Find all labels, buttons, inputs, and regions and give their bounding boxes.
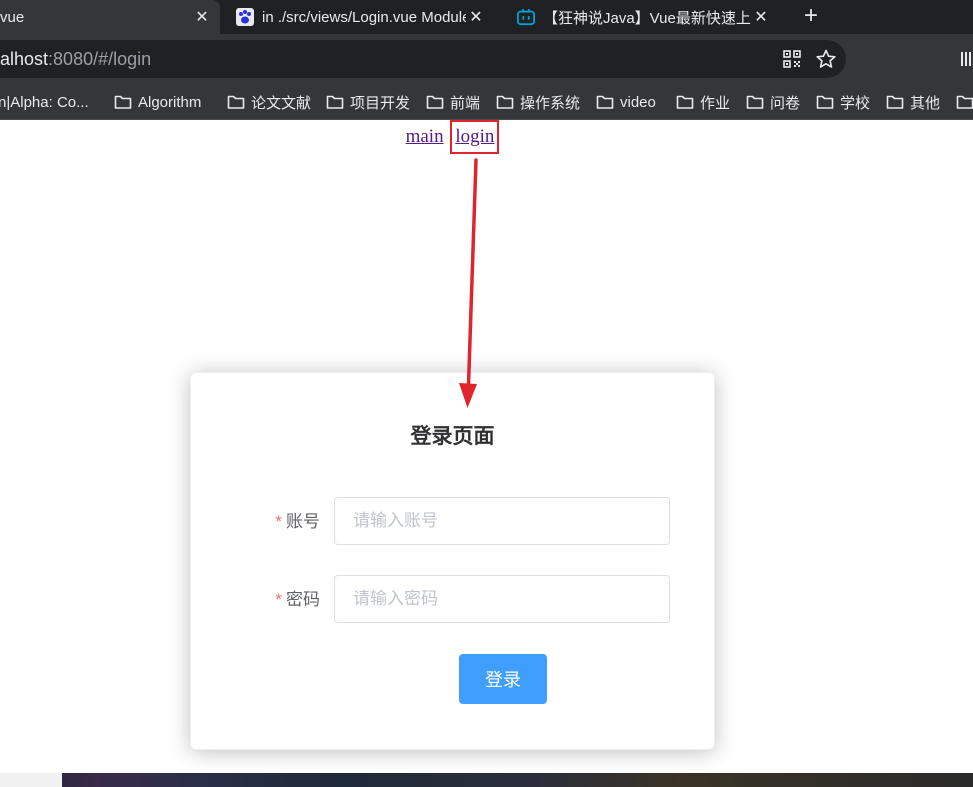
folder-icon xyxy=(426,95,444,109)
url-path: :8080/#/login xyxy=(48,49,152,69)
bookmark-label: 学校 xyxy=(840,94,871,112)
url-host: alhost xyxy=(0,49,49,69)
nav-link-main[interactable]: main xyxy=(406,126,444,147)
desktop-background-strip xyxy=(0,773,973,787)
folder-icon xyxy=(676,95,694,109)
baidu-paw-icon xyxy=(236,8,254,26)
tab-title: vue xyxy=(0,8,25,26)
new-tab-plus-icon[interactable]: + xyxy=(800,0,822,34)
bookmark-folder-os[interactable]: 操作系统 xyxy=(496,84,580,120)
bookmark-label: 作业 xyxy=(700,94,731,112)
folder-icon xyxy=(886,95,904,109)
folder-icon xyxy=(746,95,764,109)
login-link-highlight: login xyxy=(450,120,500,154)
required-asterisk: * xyxy=(275,512,282,531)
bookmarks-bar: n|Alpha: Co... Algorithm 论文文献 项目开发 前端 操作… xyxy=(0,84,973,120)
bookmark-label: video xyxy=(620,93,656,111)
login-card: 登录页面 *账号 *密码 登录 xyxy=(190,372,715,750)
folder-icon xyxy=(596,95,614,109)
bookmark-label: 项目开发 xyxy=(350,94,411,112)
bookmark-label: 前端 xyxy=(450,94,481,112)
bookmark-label: Algorithm xyxy=(138,93,202,111)
bookmark-folder-school[interactable]: 学校 xyxy=(816,84,870,120)
password-input[interactable] xyxy=(334,575,670,623)
qr-code-icon[interactable] xyxy=(782,49,802,69)
tab-vue[interactable]: vue ✕ xyxy=(0,0,220,34)
bookmark-folder-projects[interactable]: 项目开发 xyxy=(326,84,410,120)
url-text[interactable]: alhost:8080/#/login xyxy=(0,40,151,78)
bookmark-folder-frontend[interactable]: 前端 xyxy=(426,84,480,120)
bookmark-label: 问卷 xyxy=(770,94,801,112)
bookmark-folder-homework[interactable]: 作业 xyxy=(676,84,730,120)
folder-icon xyxy=(227,95,245,109)
account-input[interactable] xyxy=(334,497,670,545)
login-title: 登录页面 xyxy=(410,425,495,448)
bookmark-folder-papers[interactable]: 论文文献 xyxy=(227,84,311,120)
account-label: * 账号 xyxy=(251,497,320,547)
folder-icon xyxy=(816,95,834,109)
bookmark-label: 操作系统 xyxy=(520,94,581,112)
bookmark-folder-overflow[interactable] xyxy=(956,84,973,120)
tab-login-vue[interactable]: in ./src/views/Login.vue Module ✕ xyxy=(236,0,492,34)
tab-strip: vue ✕ in ./src/views/Login.vue Module ✕ … xyxy=(0,0,973,34)
close-icon[interactable]: ✕ xyxy=(751,7,771,27)
router-nav: main login xyxy=(0,120,905,154)
address-bar[interactable]: alhost:8080/#/login xyxy=(0,40,846,78)
bookmark-folder-other[interactable]: 其他 xyxy=(886,84,940,120)
nav-link-login[interactable]: login xyxy=(455,126,494,147)
tab-title: 【狂神说Java】Vue最新快速上手 xyxy=(543,9,751,27)
password-label: * 密码 xyxy=(251,575,320,625)
password-form-item: * 密码 xyxy=(191,575,714,625)
password-label-text: 密码 xyxy=(286,590,320,609)
bookmark-folder-video[interactable]: video xyxy=(596,84,656,120)
required-asterisk: * xyxy=(275,590,282,609)
bookmark-label: n|Alpha: Co... xyxy=(0,93,89,111)
folder-icon xyxy=(114,95,132,109)
desktop-strip-left xyxy=(0,773,62,787)
reading-list-icon[interactable] xyxy=(958,49,973,69)
page-viewport: main login 登录页面 *账号 *密码 登录 xyxy=(0,120,973,773)
browser-toolbar: alhost:8080/#/login xyxy=(0,34,973,84)
bookmark-folder-survey[interactable]: 问卷 xyxy=(746,84,800,120)
folder-icon xyxy=(496,95,514,109)
bookmark-folder-algorithm[interactable]: Algorithm xyxy=(114,84,201,120)
close-icon[interactable]: ✕ xyxy=(192,7,212,27)
tab-bilibili[interactable]: 【狂神说Java】Vue最新快速上手 ✕ xyxy=(517,0,775,34)
login-button[interactable]: 登录 xyxy=(459,654,547,704)
account-form-item: * 账号 xyxy=(191,497,714,547)
bookmark-item[interactable]: n|Alpha: Co... xyxy=(0,84,89,120)
bookmark-label: 其他 xyxy=(910,94,941,112)
tab-title: in ./src/views/Login.vue Module xyxy=(262,8,466,26)
folder-icon xyxy=(956,95,973,109)
close-icon[interactable]: ✕ xyxy=(466,7,486,27)
bookmark-label: 论文文献 xyxy=(251,94,312,112)
bilibili-icon xyxy=(517,8,535,26)
account-label-text: 账号 xyxy=(286,512,320,531)
bookmark-star-icon[interactable] xyxy=(816,49,836,69)
folder-icon xyxy=(326,95,344,109)
